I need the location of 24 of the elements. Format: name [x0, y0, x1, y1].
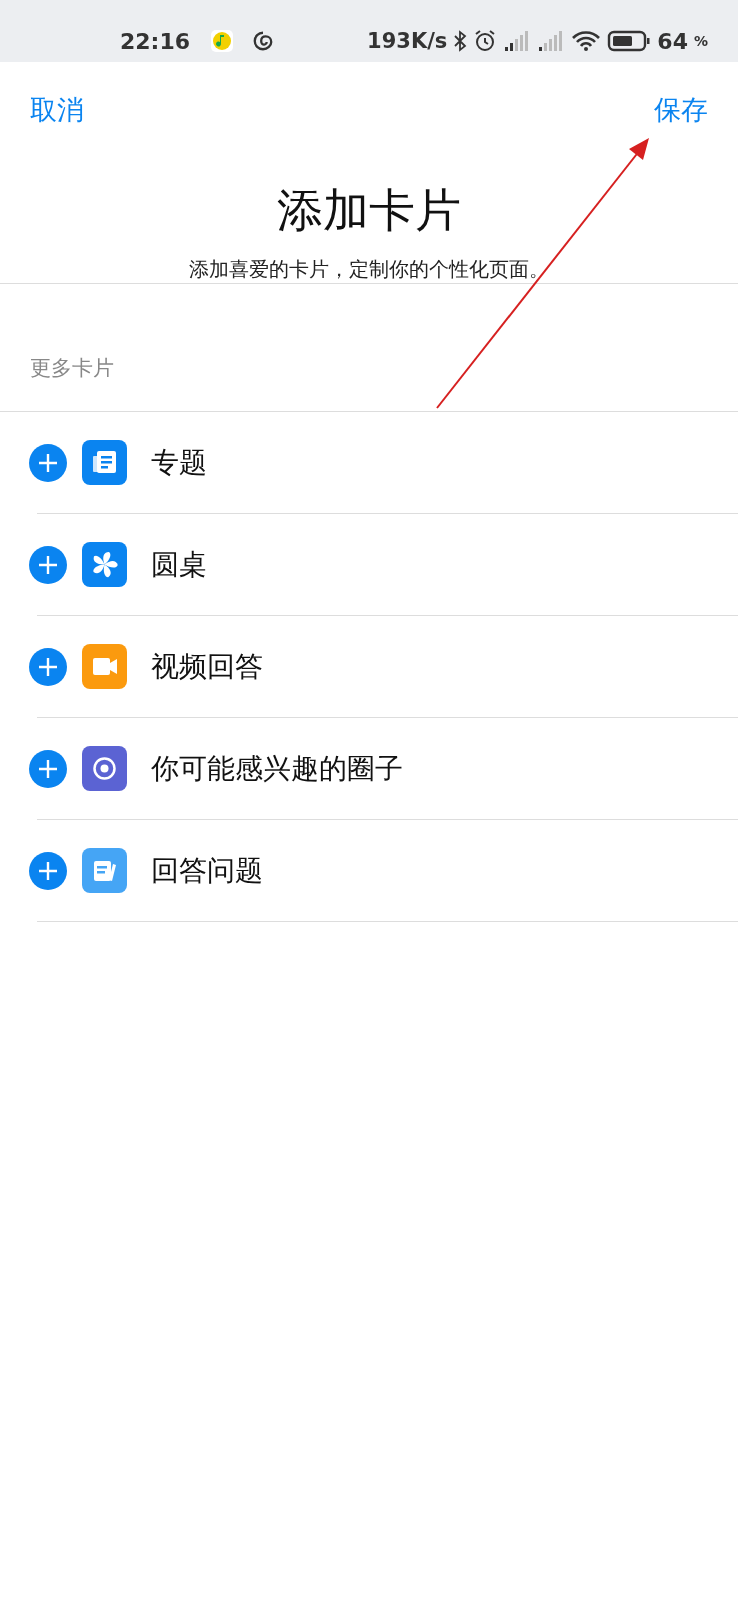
card-name: 圆桌	[151, 546, 207, 583]
card-name: 回答问题	[151, 852, 263, 889]
add-button[interactable]	[29, 545, 67, 584]
swirl-icon	[252, 30, 275, 52]
save-button[interactable]: 保存	[654, 92, 708, 128]
music-app-icon	[210, 29, 235, 53]
battery-icon	[607, 29, 652, 53]
section-title: 更多卡片	[30, 354, 114, 382]
card-name: 专题	[151, 444, 207, 481]
add-button[interactable]	[29, 647, 67, 686]
battery-percent: 64	[657, 28, 688, 54]
network-speed: 193K/s	[367, 29, 448, 53]
card-name: 你可能感兴趣的圈子	[151, 750, 403, 787]
page-subtitle: 添加喜爱的卡片，定制你的个性化页面。	[188, 256, 550, 283]
bluetooth-icon	[453, 30, 468, 52]
cancel-button[interactable]: 取消	[30, 92, 84, 128]
add-button[interactable]	[29, 443, 67, 482]
wifi-icon	[571, 29, 602, 53]
card-name: 视频回答	[151, 648, 263, 685]
clock: 22:16	[120, 28, 191, 54]
add-button[interactable]	[29, 851, 67, 890]
percent-sign: %	[693, 33, 708, 49]
page-title: 添加卡片	[276, 182, 462, 239]
add-button[interactable]	[29, 749, 67, 788]
